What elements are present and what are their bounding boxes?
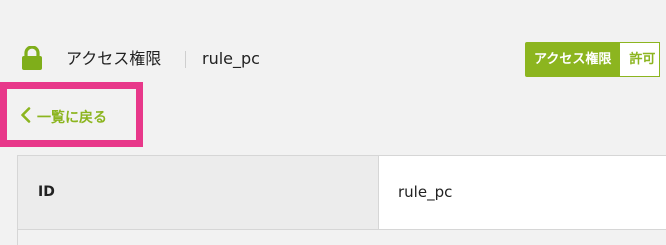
page-title: アクセス権限 <box>66 49 162 68</box>
tab-access-permissions[interactable]: アクセス権限 <box>525 42 621 77</box>
title-divider <box>185 51 186 68</box>
row-label: ID <box>18 156 379 229</box>
chevron-left-icon <box>20 107 37 127</box>
view-tabs: アクセス権限 許可 <box>525 42 661 77</box>
tab-allow[interactable]: 許可 <box>620 42 661 77</box>
lock-icon <box>21 45 43 70</box>
table-row: ID rule_pc <box>18 156 666 230</box>
page-header: アクセス権限 rule_pc アクセス権限 許可 <box>0 0 666 90</box>
back-to-list-link[interactable]: 一覧に戻る <box>20 106 107 128</box>
back-link-label: 一覧に戻る <box>37 110 107 126</box>
detail-table: ID rule_pc <box>17 155 666 245</box>
row-value: rule_pc <box>379 156 666 229</box>
page-subtitle: rule_pc <box>202 49 260 68</box>
